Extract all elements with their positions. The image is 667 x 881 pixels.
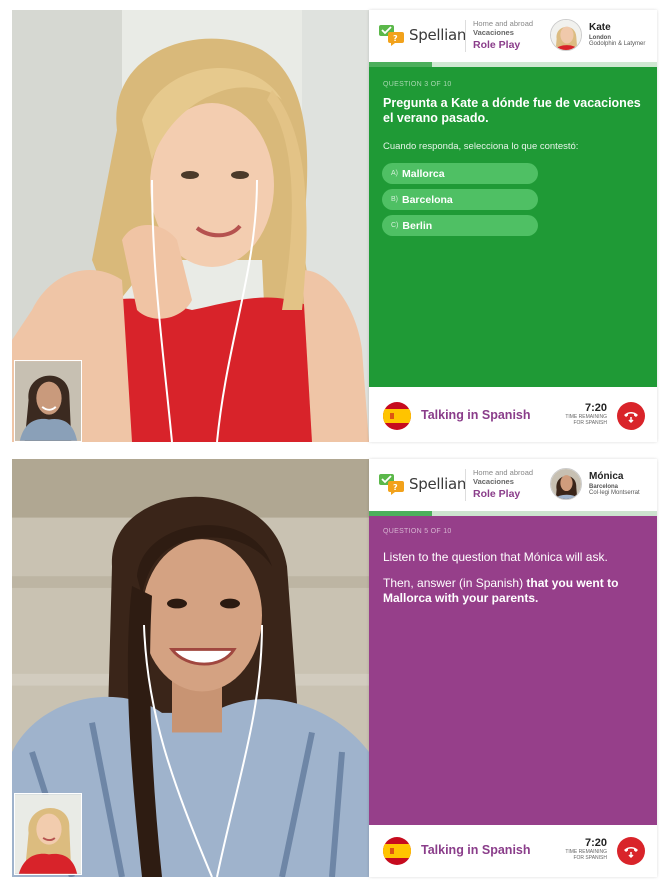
svg-text:?: ?: [393, 483, 398, 492]
lesson-subtopic: Vacaciones: [473, 28, 514, 37]
lesson-panel: ? Spellian Home and abroad Vacaciones Ro…: [369, 10, 657, 442]
spellian-logo: ? Spellian: [379, 24, 466, 46]
answer-instruction-prefix: Then, answer (in Spanish): [383, 576, 527, 590]
call-footer: Talking in Spanish 7:20 TIME REMAINING F…: [369, 825, 657, 877]
spain-flag-icon: [383, 402, 411, 430]
lesson-header: ? Spellian Home and abroad Vacaciones Ro…: [369, 459, 657, 511]
logo-text: Spellian: [409, 26, 467, 44]
self-view-thumbnail: [14, 360, 82, 442]
logo-text: Spellian: [409, 475, 467, 493]
brunette-student-thumbnail-image: [15, 361, 81, 441]
timer-label: TIME REMAINING FOR SPANISH: [565, 849, 607, 861]
call-footer: Talking in Spanish 7:20 TIME REMAINING F…: [369, 390, 657, 442]
question-card: QUESTION 5 OF 10 Listen to the question …: [369, 516, 657, 842]
tutor-info: Kate London Godolphin & Latymer: [589, 22, 645, 47]
option-text: Berlin: [402, 219, 433, 232]
question-card: QUESTION 3 OF 10 Pregunta a Kate a dónde…: [369, 67, 657, 387]
hangup-button[interactable]: [617, 402, 645, 430]
tutor-name: Kate: [589, 22, 611, 33]
main-video-feed: [12, 459, 369, 877]
phone-hangup-icon: [624, 412, 638, 424]
lesson-header: ? Spellian Home and abroad Vacaciones Ro…: [369, 10, 657, 62]
blonde-student-thumbnail-image: [15, 794, 81, 874]
option-text: Mallorca: [402, 167, 445, 180]
tutor-avatar: [550, 468, 582, 500]
time-remaining: 7:20 TIME REMAINING FOR SPANISH: [559, 402, 607, 426]
header-divider: [465, 469, 466, 501]
tutor-school: Col·legi Montserrat: [589, 490, 640, 496]
question-number: QUESTION 3 OF 10: [383, 81, 452, 88]
answer-option-c[interactable]: C) Berlin: [382, 215, 538, 236]
svg-text:?: ?: [393, 34, 398, 43]
question-number: QUESTION 5 OF 10: [383, 528, 452, 535]
answer-instruction: Then, answer (in Spanish) that you went …: [383, 576, 643, 606]
answer-option-a[interactable]: A) Mallorca: [382, 163, 538, 184]
listen-instruction: Listen to the question that Mónica will …: [383, 550, 608, 564]
lesson-mode: Role Play: [473, 488, 521, 500]
tutor-info: Mónica Barcelona Col·legi Montserrat: [589, 471, 640, 496]
answer-option-b[interactable]: B) Barcelona: [382, 189, 538, 210]
main-video-feed: [12, 10, 369, 442]
chat-bubbles-logo-icon: ?: [379, 24, 405, 46]
answer-options: A) Mallorca B) Barcelona C) Berlin: [382, 163, 538, 241]
tutor-avatar: [550, 19, 582, 51]
lesson-mode: Role Play: [473, 39, 521, 51]
question-title: Pregunta a Kate a dónde fue de vacacione…: [383, 96, 641, 125]
phone-hangup-icon: [624, 847, 638, 859]
lesson-topic: Home and abroad: [473, 468, 534, 477]
call-session-2: ? Spellian Home and abroad Vacaciones Ro…: [0, 449, 667, 881]
language-label: Talking in Spanish: [421, 843, 531, 857]
chat-bubbles-logo-icon: ?: [379, 473, 405, 495]
lesson-info: Home and abroad Vacaciones Role Play: [473, 19, 533, 51]
language-label: Talking in Spanish: [421, 408, 531, 422]
header-divider: [465, 20, 466, 52]
tutor-school: Godolphin & Latymer: [589, 41, 646, 47]
timer-value: 7:20: [584, 837, 607, 849]
spellian-logo: ? Spellian: [379, 473, 466, 495]
spain-flag-icon: [383, 837, 411, 865]
lesson-topic: Home and abroad: [473, 19, 534, 28]
lesson-info: Home and abroad Vacaciones Role Play: [473, 468, 533, 500]
time-remaining: 7:20 TIME REMAINING FOR SPANISH: [559, 837, 607, 861]
option-letter: A): [391, 170, 398, 177]
lesson-subtopic: Vacaciones: [473, 477, 514, 486]
lesson-panel: ? Spellian Home and abroad Vacaciones Ro…: [369, 459, 657, 877]
timer-value: 7:20: [584, 402, 607, 414]
hangup-button[interactable]: [617, 837, 645, 865]
call-session-1: ? Spellian Home and abroad Vacaciones Ro…: [0, 0, 667, 446]
option-letter: B): [391, 196, 398, 203]
question-prompt: Cuando responda, selecciona lo que conte…: [383, 141, 579, 152]
tutor-name: Mónica: [589, 471, 624, 482]
option-text: Barcelona: [402, 193, 453, 206]
timer-label: TIME REMAINING FOR SPANISH: [565, 414, 607, 426]
self-view-thumbnail: [14, 793, 82, 875]
option-letter: C): [391, 222, 399, 229]
